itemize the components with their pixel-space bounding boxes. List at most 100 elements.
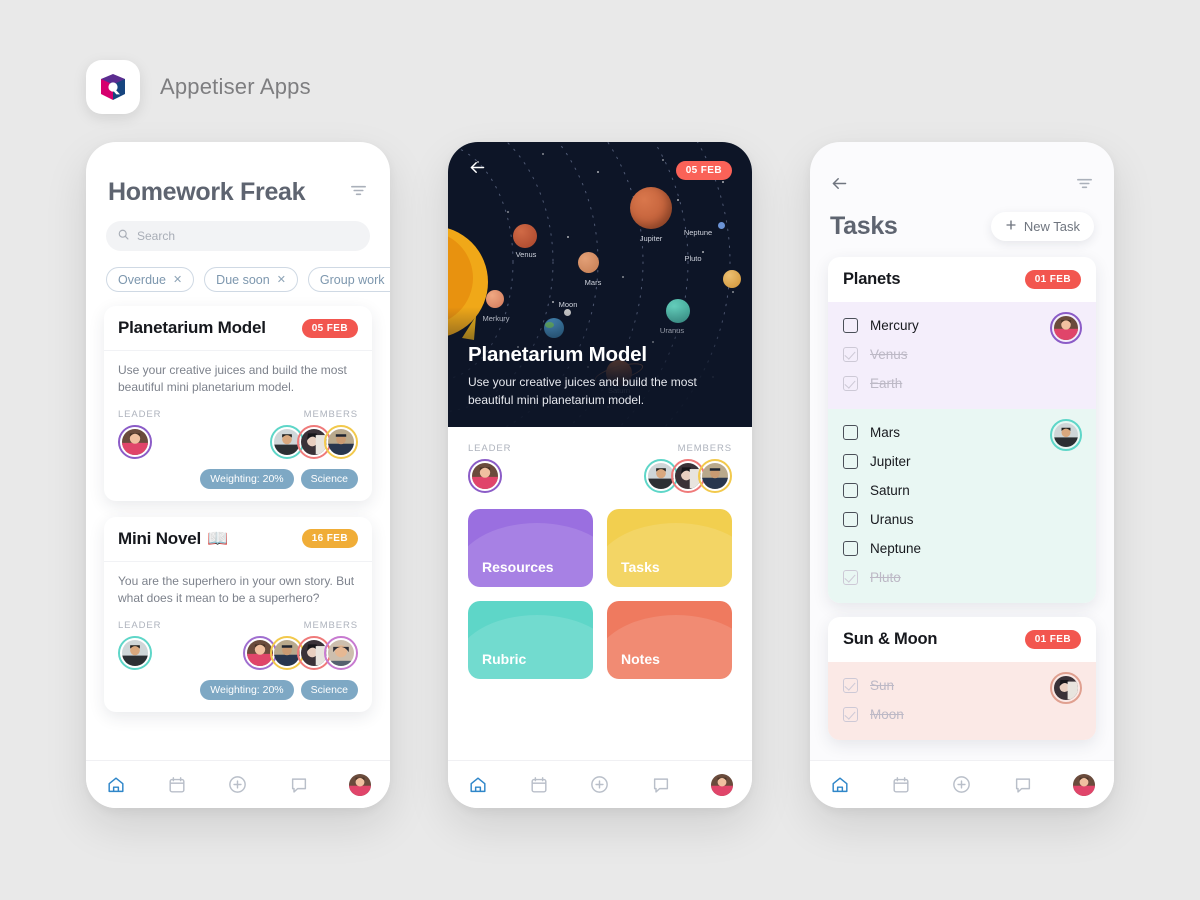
book-emoji-icon: 📖: [207, 528, 228, 548]
checkbox-checked[interactable]: [843, 376, 858, 391]
avatar-member[interactable]: [324, 424, 358, 459]
task-row[interactable]: Neptune: [843, 534, 1081, 563]
planet-label-jupiter: Jupiter: [639, 234, 663, 243]
task-row[interactable]: Mars: [843, 418, 1081, 447]
task-label: Moon: [870, 707, 904, 722]
homework-card-planetarium[interactable]: Planetarium Model 05 FEB Use your creati…: [104, 306, 372, 501]
planet-neptune: [718, 222, 725, 229]
planet-mars: [578, 252, 599, 273]
avatar-assignee[interactable]: [1050, 419, 1082, 451]
new-task-button[interactable]: New Task: [990, 212, 1094, 241]
nav-profile-avatar[interactable]: [343, 768, 377, 802]
card-description: You are the superhero in your own story.…: [118, 573, 355, 606]
nav-add-icon[interactable]: [221, 768, 255, 802]
screen-tasks: Tasks New Task Planets 01 FEB Mercury Ve…: [810, 142, 1114, 760]
tile-tasks[interactable]: Tasks: [607, 509, 732, 587]
nav-profile-avatar[interactable]: [705, 768, 739, 802]
task-row[interactable]: Sun: [843, 671, 1081, 700]
task-label: Mercury: [870, 318, 919, 333]
homework-card-mini-novel[interactable]: Mini Novel 📖 16 FEB You are the superher…: [104, 516, 372, 712]
task-label: Earth: [870, 376, 903, 391]
checkbox-unchecked[interactable]: [843, 318, 858, 333]
filter-chip-due-soon[interactable]: Due soon ✕: [204, 267, 298, 292]
task-label: Jupiter: [870, 454, 911, 469]
filter-icon[interactable]: [1075, 174, 1094, 198]
avatar-leader[interactable]: [468, 459, 502, 493]
task-group-blush: Sun Moon: [828, 662, 1096, 740]
section-tile-grid: Resources Tasks Rubric Notes: [468, 509, 732, 679]
nav-chat-icon[interactable]: [282, 768, 316, 802]
nav-calendar-icon[interactable]: [522, 768, 556, 802]
task-label: Venus: [870, 347, 908, 362]
search-input[interactable]: Search: [106, 221, 370, 251]
avatar-leader[interactable]: [118, 424, 152, 459]
tile-resources[interactable]: Resources: [468, 509, 593, 587]
tag-weighting[interactable]: Weighting: 20%: [200, 679, 294, 700]
task-row[interactable]: Venus: [843, 340, 1081, 369]
planet-label-venus: Venus: [515, 250, 537, 259]
back-arrow-icon[interactable]: [468, 158, 487, 182]
filter-chip-overdue[interactable]: Overdue ✕: [106, 267, 195, 292]
tile-rubric[interactable]: Rubric: [468, 601, 593, 679]
role-labels: LEADER MEMBERS: [118, 620, 358, 631]
task-row[interactable]: Saturn: [843, 476, 1081, 505]
tasks-title-row: Tasks New Task: [830, 212, 1094, 241]
avatar-member[interactable]: [698, 459, 732, 493]
checkbox-unchecked[interactable]: [843, 512, 858, 527]
hero-text: Planetarium Model Use your creative juic…: [468, 343, 734, 409]
card-description: Use your creative juices and build the m…: [118, 363, 347, 395]
nav-calendar-icon[interactable]: [884, 768, 918, 802]
chip-label: Group work: [319, 272, 385, 287]
tag-weighting[interactable]: Weighting: 20%: [200, 468, 294, 489]
task-row[interactable]: Mercury: [843, 311, 1081, 340]
checkbox-checked[interactable]: [843, 570, 858, 585]
checkbox-unchecked[interactable]: [843, 541, 858, 556]
nav-chat-icon[interactable]: [1006, 768, 1040, 802]
avatar-group-members: [243, 635, 358, 670]
checkbox-checked[interactable]: [843, 347, 858, 362]
task-card-sun-moon[interactable]: Sun & Moon 01 FEB Sun Moon: [828, 617, 1096, 740]
avatar-assignee[interactable]: [1050, 672, 1082, 704]
checkbox-unchecked[interactable]: [843, 425, 858, 440]
filter-chip-group-work[interactable]: Group work ✕: [307, 267, 390, 292]
search-icon: [118, 227, 129, 245]
filter-icon[interactable]: [349, 181, 368, 205]
nav-home-icon[interactable]: [823, 768, 857, 802]
tag-subject[interactable]: Science: [300, 679, 358, 700]
nav-home-icon[interactable]: [99, 768, 133, 802]
checkbox-checked[interactable]: [843, 678, 858, 693]
avatar-assignee[interactable]: [1050, 312, 1082, 344]
planet-label-neptune: Neptune: [683, 228, 713, 237]
checkbox-unchecked[interactable]: [843, 483, 858, 498]
task-card-planets[interactable]: Planets 01 FEB Mercury Venus Earth Mars …: [828, 257, 1096, 603]
tag-subject[interactable]: Science: [300, 468, 358, 489]
checkbox-unchecked[interactable]: [843, 454, 858, 469]
page-title: Homework Freak: [108, 178, 306, 206]
chip-label: Due soon: [216, 272, 270, 287]
task-row[interactable]: Uranus: [843, 505, 1081, 534]
nav-add-icon[interactable]: [945, 768, 979, 802]
avatar: [710, 773, 733, 796]
task-row[interactable]: Earth: [843, 369, 1081, 398]
card-header: Mini Novel 📖 16 FEB: [104, 517, 372, 562]
members-label: MEMBERS: [677, 443, 732, 454]
nav-add-icon[interactable]: [583, 768, 617, 802]
tile-notes[interactable]: Notes: [607, 601, 732, 679]
avatar-leader[interactable]: [118, 635, 152, 670]
back-arrow-icon[interactable]: [830, 174, 849, 198]
bottom-navigation: [810, 760, 1114, 808]
nav-calendar-icon[interactable]: [160, 768, 194, 802]
avatar-member[interactable]: [324, 635, 358, 670]
nav-home-icon[interactable]: [461, 768, 495, 802]
due-date-badge: 01 FEB: [1024, 270, 1081, 289]
task-row[interactable]: Moon: [843, 700, 1081, 729]
task-row[interactable]: Pluto: [843, 563, 1081, 592]
role-labels: LEADER MEMBERS: [118, 409, 358, 420]
close-icon[interactable]: ✕: [173, 273, 182, 286]
task-row[interactable]: Jupiter: [843, 447, 1081, 476]
close-icon[interactable]: ✕: [277, 273, 286, 286]
planet-label-pluto: Pluto: [684, 254, 702, 263]
checkbox-checked[interactable]: [843, 707, 858, 722]
nav-profile-avatar[interactable]: [1067, 768, 1101, 802]
nav-chat-icon[interactable]: [644, 768, 678, 802]
